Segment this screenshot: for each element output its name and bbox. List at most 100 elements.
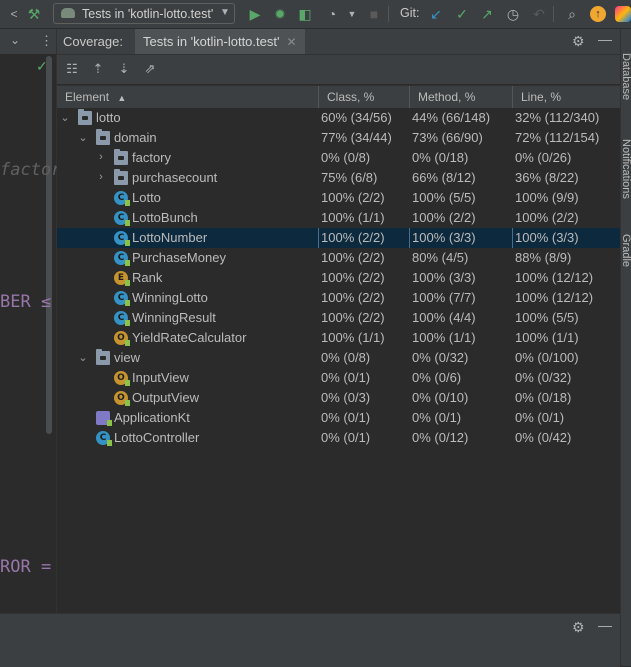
close-icon[interactable]: ✕ xyxy=(286,35,296,49)
object-icon: O xyxy=(114,371,130,386)
column-header-class[interactable]: Class, % xyxy=(319,86,410,108)
git-update-icon[interactable]: ↙ xyxy=(428,6,444,22)
element-name: ApplicationKt xyxy=(114,410,190,425)
line-coverage: 100% (9/9) xyxy=(515,190,579,205)
gear-icon[interactable]: ⚙ xyxy=(572,33,585,50)
chevron-right-icon[interactable]: › xyxy=(95,171,107,183)
chevron-down-icon[interactable]: ⌄ xyxy=(59,111,71,124)
history-icon[interactable]: ◷ xyxy=(505,6,521,22)
tab-notifications[interactable]: Notifications xyxy=(620,139,631,199)
tab-database[interactable]: Database xyxy=(620,53,631,100)
class-icon: C xyxy=(114,231,130,246)
coverage-tree-table[interactable]: ⌄ lotto 60% (34/56) 44% (66/148) 32% (11… xyxy=(57,108,620,613)
tab-gradle[interactable]: Gradle xyxy=(620,234,631,267)
update-icon[interactable]: ↑ xyxy=(590,6,606,22)
chevron-left-icon[interactable]: < xyxy=(6,6,22,22)
element-name: Rank xyxy=(132,270,163,285)
debug-icon[interactable]: ✹ xyxy=(272,6,288,22)
git-push-icon[interactable]: ↗ xyxy=(479,6,495,22)
search-icon[interactable]: ⌕ xyxy=(564,6,580,22)
line-coverage: 0% (0/26) xyxy=(515,150,572,165)
kotlin-file-icon xyxy=(96,411,112,426)
chevron-right-icon[interactable]: › xyxy=(95,151,107,163)
gear-icon[interactable]: ⚙ xyxy=(572,619,585,636)
generate-report-icon[interactable]: ⇗ xyxy=(141,60,159,78)
class-coverage: 100% (2/2) xyxy=(321,190,385,205)
folder-icon xyxy=(96,349,110,365)
code-fragment: ROR = xyxy=(0,557,52,577)
table-row[interactable]: › purchasecount 75% (6/8) 66% (8/12) 36%… xyxy=(57,168,620,188)
profile-dropdown-icon[interactable]: ▼ xyxy=(344,6,360,22)
go-to-parent-icon[interactable]: ⇡ xyxy=(89,60,107,78)
class-coverage: 60% (34/56) xyxy=(321,110,392,125)
method-coverage: 100% (4/4) xyxy=(412,310,476,325)
table-row[interactable]: C WinningResult 100% (2/2) 100% (4/4) 10… xyxy=(57,308,620,328)
git-commit-icon[interactable]: ✓ xyxy=(454,6,470,22)
element-name: view xyxy=(114,350,141,365)
chevron-down-icon[interactable]: ⌄ xyxy=(77,131,89,144)
table-row[interactable]: O InputView 0% (0/1) 0% (0/6) 0% (0/32) xyxy=(57,368,620,388)
rollback-icon[interactable]: ↶ xyxy=(531,6,547,22)
cell-divider xyxy=(409,228,410,248)
class-coverage: 0% (0/8) xyxy=(321,350,371,365)
jetbrains-icon[interactable] xyxy=(615,6,631,22)
toolbar-separator xyxy=(388,6,389,22)
table-row-selected[interactable]: C LottoNumber 100% (2/2) 100% (3/3) 100%… xyxy=(57,228,620,248)
table-row[interactable]: O YieldRateCalculator 100% (1/1) 100% (1… xyxy=(57,328,620,348)
minimize-icon[interactable]: — xyxy=(598,31,612,47)
hammer-icon[interactable]: ⚒ xyxy=(26,6,42,22)
tab-coverage-suite[interactable]: Tests in 'kotlin-lotto.test' ✕ xyxy=(135,29,305,54)
line-coverage: 0% (0/42) xyxy=(515,430,572,445)
chevron-down-icon[interactable]: ⌄ xyxy=(77,351,89,364)
chevron-down-icon[interactable]: ⌄ xyxy=(10,33,20,47)
table-row[interactable]: ApplicationKt 0% (0/1) 0% (0/1) 0% (0/1) xyxy=(57,408,620,428)
line-coverage: 88% (8/9) xyxy=(515,250,572,265)
table-row[interactable]: C PurchaseMoney 100% (2/2) 80% (4/5) 88%… xyxy=(57,248,620,268)
class-coverage: 100% (2/2) xyxy=(321,290,385,305)
editor-scrollbar[interactable] xyxy=(46,56,52,434)
table-row[interactable]: ⌄ domain 77% (34/44) 73% (66/90) 72% (11… xyxy=(57,128,620,148)
method-coverage: 80% (4/5) xyxy=(412,250,469,265)
line-coverage: 100% (12/12) xyxy=(515,290,594,305)
line-coverage: 0% (0/32) xyxy=(515,370,572,385)
export-icon[interactable]: ⇣ xyxy=(115,60,133,78)
class-coverage: 75% (6/8) xyxy=(321,170,378,185)
coverage-table-header: Element ▲ Class, % Method, % Line, % xyxy=(57,85,620,109)
column-header-element[interactable]: Element ▲ xyxy=(57,86,319,108)
minimize-icon[interactable]: — xyxy=(598,617,612,633)
more-options-icon[interactable]: ⋮ xyxy=(40,33,53,49)
class-coverage: 0% (0/3) xyxy=(321,390,371,405)
table-row[interactable]: C LottoBunch 100% (1/1) 100% (2/2) 100% … xyxy=(57,208,620,228)
table-row[interactable]: ⌄ view 0% (0/8) 0% (0/32) 0% (0/100) xyxy=(57,348,620,368)
run-icon[interactable]: ▶ xyxy=(247,6,263,22)
stop-icon[interactable]: ■ xyxy=(366,6,382,22)
run-configuration-dropdown[interactable]: Tests in 'kotlin-lotto.test' ▼ xyxy=(53,3,235,24)
class-icon: C xyxy=(96,431,112,446)
element-name: PurchaseMoney xyxy=(132,250,226,265)
element-name: LottoController xyxy=(114,430,200,445)
coverage-icon[interactable]: ◧ xyxy=(297,6,313,22)
element-name: LottoNumber xyxy=(132,230,208,245)
method-coverage: 0% (0/18) xyxy=(412,150,469,165)
table-row[interactable]: C Lotto 100% (2/2) 100% (5/5) 100% (9/9) xyxy=(57,188,620,208)
method-coverage: 0% (0/32) xyxy=(412,350,469,365)
class-coverage: 100% (2/2) xyxy=(321,270,385,285)
table-row[interactable]: › factory 0% (0/8) 0% (0/18) 0% (0/26) xyxy=(57,148,620,168)
table-row[interactable]: O OutputView 0% (0/3) 0% (0/10) 0% (0/18… xyxy=(57,388,620,408)
table-row[interactable]: E Rank 100% (2/2) 100% (3/3) 100% (12/12… xyxy=(57,268,620,288)
column-header-line[interactable]: Line, % xyxy=(513,86,620,108)
table-row[interactable]: C LottoController 0% (0/1) 0% (0/12) 0% … xyxy=(57,428,620,448)
chevron-down-icon: ▼ xyxy=(220,7,230,18)
element-name: YieldRateCalculator xyxy=(132,330,247,345)
line-coverage: 100% (12/12) xyxy=(515,270,594,285)
cell-divider xyxy=(318,228,319,248)
column-header-method[interactable]: Method, % xyxy=(410,86,513,108)
method-coverage: 0% (0/6) xyxy=(412,370,462,385)
table-row[interactable]: ⌄ lotto 60% (34/56) 44% (66/148) 32% (11… xyxy=(57,108,620,128)
class-icon: C xyxy=(114,211,130,226)
column-label: Method, % xyxy=(418,90,476,104)
class-coverage: 0% (0/1) xyxy=(321,410,371,425)
profile-icon[interactable]: ◔ xyxy=(324,6,340,22)
table-row[interactable]: C WinningLotto 100% (2/2) 100% (7/7) 100… xyxy=(57,288,620,308)
flatten-packages-icon[interactable]: ☷ xyxy=(63,60,81,78)
